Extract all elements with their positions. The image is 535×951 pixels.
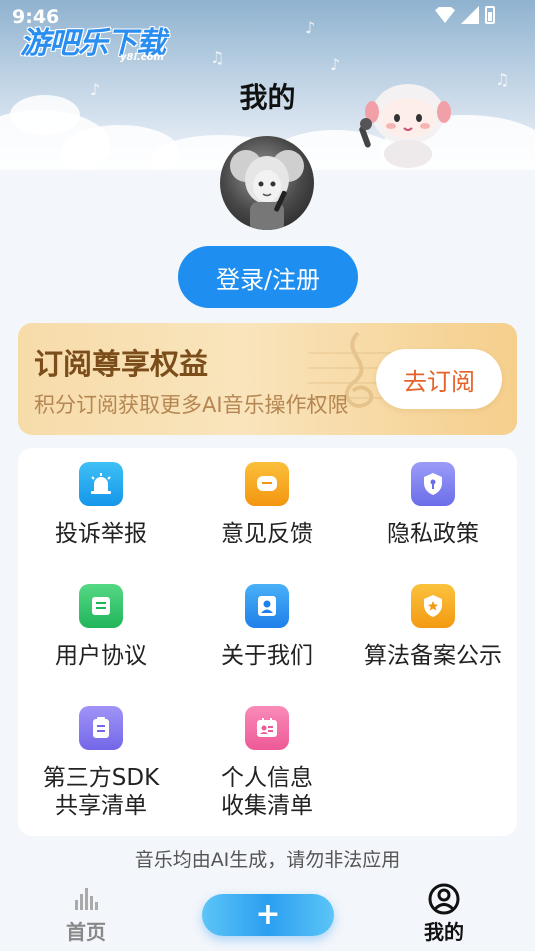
menu-item-label: 第三方SDK 共享清单: [43, 764, 159, 820]
menu-item-label: 隐私政策: [387, 521, 479, 547]
subscription-title: 订阅尊享权益: [34, 347, 209, 381]
signal-icon: [461, 6, 479, 24]
menu-item-user-agreement[interactable]: 用户协议: [18, 584, 184, 670]
feedback-icon: [245, 462, 289, 506]
user-circle-icon: [428, 883, 460, 915]
menu-item-about-us[interactable]: 关于我们: [184, 584, 350, 670]
menu-item-label-line2: 共享清单: [55, 793, 147, 819]
subscribe-button[interactable]: 去订阅: [376, 349, 502, 409]
menu-item-label: 用户协议: [55, 643, 147, 669]
agreement-icon: [79, 584, 123, 628]
sdk-list-icon: [79, 706, 123, 750]
avatar-image: [230, 150, 304, 230]
music-note-icon: ♫: [210, 48, 225, 67]
personal-info-icon: [245, 706, 289, 750]
wifi-icon: [435, 7, 455, 23]
music-note-icon: ♪: [330, 55, 341, 74]
menu-item-privacy-policy[interactable]: 隐私政策: [350, 462, 516, 548]
tab-mine[interactable]: 我的: [424, 882, 464, 945]
menu-item-label-line2: 收集清单: [221, 793, 313, 819]
menu-item-feedback[interactable]: 意见反馈: [184, 462, 350, 548]
privacy-shield-icon: [411, 462, 455, 506]
tab-home[interactable]: 首页: [66, 886, 106, 945]
algorithm-badge-icon: [411, 584, 455, 628]
menu-item-label-line1: 个人信息: [221, 765, 313, 791]
menu-item-label: 算法备案公示: [364, 643, 502, 669]
subscription-banner[interactable]: 订阅尊享权益 积分订阅获取更多AI音乐操作权限 去订阅: [18, 323, 517, 435]
avatar[interactable]: [220, 136, 314, 230]
astronaut-mascot-icon: [359, 84, 451, 168]
menu-item-label: 个人信息 收集清单: [221, 764, 313, 820]
create-music-button[interactable]: +: [202, 894, 334, 936]
battery-icon: [485, 6, 495, 24]
menu-item-label: 关于我们: [221, 643, 313, 669]
subscription-description: 积分订阅获取更多AI音乐操作权限: [34, 393, 349, 417]
login-register-button[interactable]: 登录/注册: [178, 246, 358, 308]
menu-item-algorithm-filing[interactable]: 算法备案公示: [350, 584, 516, 670]
equalizer-icon: [75, 888, 98, 910]
menu-item-label-line1: 第三方SDK: [42, 765, 160, 791]
menu-item-label: 意见反馈: [221, 521, 313, 547]
menu-item-personal-info[interactable]: 个人信息 收集清单: [184, 706, 350, 820]
menu-item-third-party-sdk[interactable]: 第三方SDK 共享清单: [18, 706, 184, 820]
watermark-domain: y8l.com: [120, 52, 164, 63]
menu-item-complaint[interactable]: 投诉举报: [18, 462, 184, 548]
tab-mine-label: 我的: [424, 920, 464, 944]
plus-icon: +: [255, 897, 281, 932]
ai-disclaimer: 音乐均由AI生成，请勿非法应用: [134, 849, 401, 871]
tab-home-label: 首页: [66, 920, 106, 944]
about-user-icon: [245, 584, 289, 628]
menu-card: 投诉举报 意见反馈 隐私政策 用户协议 关于我们 算法备案公示 第三方SDK 共…: [18, 448, 517, 836]
menu-item-label: 投诉举报: [55, 521, 147, 547]
alarm-icon: [79, 462, 123, 506]
